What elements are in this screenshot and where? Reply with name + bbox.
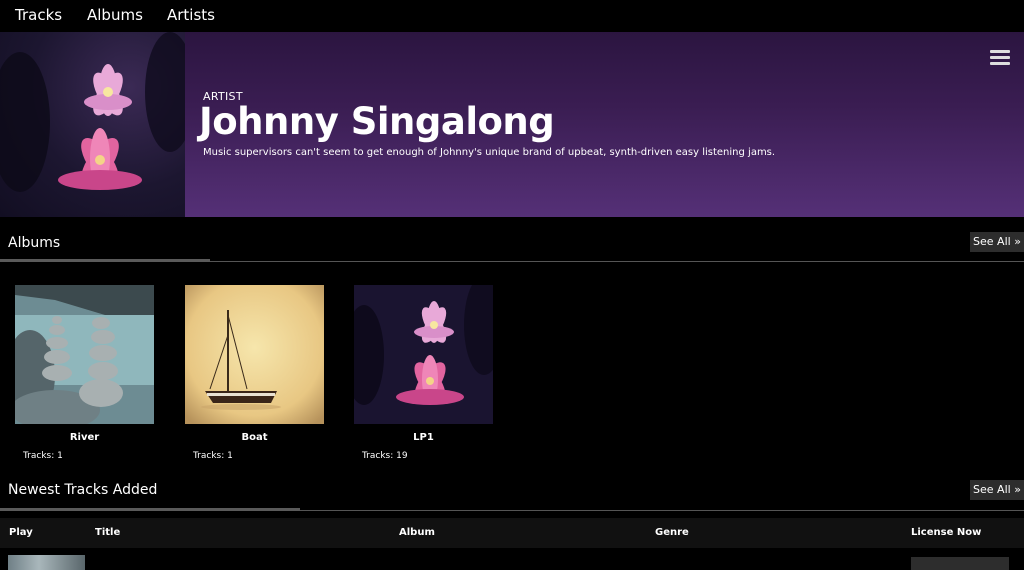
albums-section-title: Albums [8, 235, 61, 251]
tracks-section-title: Newest Tracks Added [8, 482, 158, 498]
album-track-count: Tracks: 1 [193, 451, 233, 461]
column-header-title: Title [95, 527, 121, 538]
column-header-license: License Now [911, 527, 982, 538]
divider-accent [0, 508, 300, 511]
artist-image [0, 32, 185, 217]
track-thumbnail[interactable] [8, 555, 85, 570]
license-now-button[interactable] [911, 557, 1009, 570]
hamburger-menu-icon[interactable] [990, 50, 1010, 66]
album-title[interactable]: River [15, 432, 154, 443]
column-header-album: Album [399, 527, 435, 538]
album-art-boat[interactable] [185, 285, 324, 424]
albums-see-all-button[interactable]: See All » [970, 232, 1024, 252]
nav-tracks[interactable]: Tracks [15, 6, 62, 24]
album-art-river[interactable] [15, 285, 154, 424]
column-header-genre: Genre [655, 527, 689, 538]
album-art-lp1[interactable] [354, 285, 493, 424]
tracks-table-header: Play Title Album Genre License Now [0, 518, 1024, 548]
tracks-see-all-button[interactable]: See All » [970, 480, 1024, 500]
nav-albums[interactable]: Albums [87, 6, 143, 24]
artist-hero: ARTIST Johnny Singalong Music supervisor… [0, 32, 1024, 217]
album-title[interactable]: Boat [185, 432, 324, 443]
nav-artists[interactable]: Artists [167, 6, 215, 24]
column-header-play: Play [9, 527, 33, 538]
artist-name: Johnny Singalong [199, 100, 555, 143]
album-track-count: Tracks: 1 [23, 451, 63, 461]
album-title[interactable]: LP1 [354, 432, 493, 443]
table-row [0, 548, 1024, 570]
artist-description: Music supervisors can't seem to get enou… [203, 147, 776, 158]
album-track-count: Tracks: 19 [362, 451, 408, 461]
top-nav: Tracks Albums Artists [0, 0, 1024, 32]
divider-accent [0, 259, 210, 262]
